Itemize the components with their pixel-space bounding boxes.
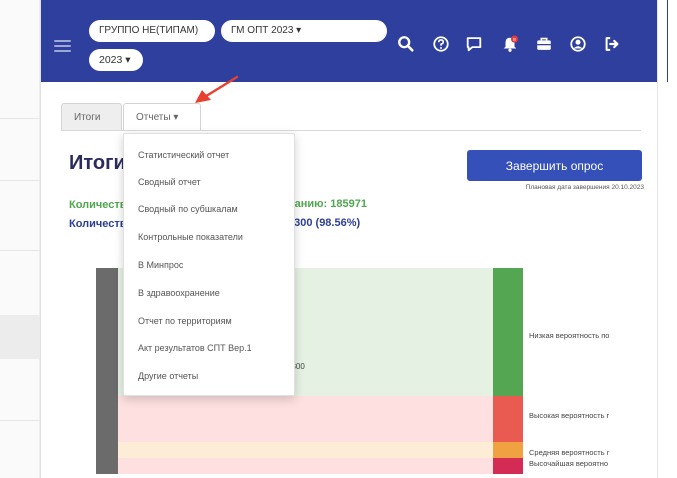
menu-item-summary-report[interactable]: Сводный отчет bbox=[138, 177, 201, 187]
reports-dropdown-menu: Статистический отчет Сводный отчет Сводн… bbox=[123, 133, 295, 396]
flow-medium-probability bbox=[118, 442, 493, 458]
category-label-high: Высокая вероятность г bbox=[529, 411, 610, 420]
node-low-probability bbox=[493, 268, 523, 396]
menu-item-statistical-report[interactable]: Статистический отчет bbox=[138, 150, 229, 160]
app-window: ГРУППО НЕ(ТИПАМ) ГМ ОПТ 2023 ▾ 2023 ▾ 8 … bbox=[40, 0, 668, 478]
category-label-medium: Средняя вероятность г bbox=[529, 448, 610, 457]
divider bbox=[0, 180, 40, 181]
tab-reports[interactable]: Отчеты ▾ bbox=[123, 103, 201, 130]
menu-item-control-indicators[interactable]: Контрольные показатели bbox=[138, 232, 243, 242]
background-window-strip bbox=[0, 0, 40, 478]
logout-icon[interactable] bbox=[602, 34, 622, 54]
menu-item-spt-results-act[interactable]: Акт результатов СПТ Вер.1 bbox=[138, 343, 252, 353]
chat-icon[interactable] bbox=[464, 34, 484, 54]
planned-end-date: Плановая дата завершения 20.10.2023 bbox=[525, 184, 644, 191]
node-medium-probability bbox=[493, 442, 523, 458]
year-filter-select[interactable]: 2023 ▾ bbox=[89, 49, 143, 71]
node-high-probability bbox=[493, 396, 523, 442]
node-highest-probability bbox=[493, 458, 523, 474]
menu-item-healthcare[interactable]: В здравоохранение bbox=[138, 288, 220, 298]
user-account-icon[interactable] bbox=[568, 34, 588, 54]
count-value-total: ванию: 185971 bbox=[288, 198, 367, 210]
finish-survey-button[interactable]: Завершить опрос bbox=[467, 150, 642, 181]
source-node bbox=[96, 268, 118, 474]
briefcase-icon[interactable] bbox=[534, 34, 554, 54]
tab-underline bbox=[61, 130, 641, 131]
group-filter-select[interactable]: ГРУППО НЕ(ТИПАМ) bbox=[89, 20, 215, 42]
menu-item-minpros[interactable]: В Минпрос bbox=[138, 260, 183, 270]
menu-icon[interactable] bbox=[54, 40, 71, 52]
category-label-low: Низкая вероятность по bbox=[529, 331, 610, 340]
category-label-highest: Высочайшая вероятно bbox=[529, 459, 609, 468]
notification-bell-icon[interactable]: 8 bbox=[500, 34, 520, 54]
menu-item-subscale-summary[interactable]: Сводный по субшкалам bbox=[138, 204, 238, 214]
top-navbar: ГРУППО НЕ(ТИПАМ) ГМ ОПТ 2023 ▾ 2023 ▾ 8 bbox=[41, 0, 668, 82]
search-icon[interactable] bbox=[396, 34, 416, 54]
divider bbox=[0, 250, 40, 251]
tab-results[interactable]: Итоги bbox=[61, 103, 122, 130]
count-value-completed: 3300 (98.56%) bbox=[288, 217, 361, 229]
survey-filter-select[interactable]: ГМ ОПТ 2023 ▾ bbox=[221, 20, 387, 42]
background-row bbox=[0, 315, 40, 359]
divider bbox=[0, 420, 40, 421]
page-title: Итоги bbox=[69, 152, 126, 174]
menu-item-other-reports[interactable]: Другие отчеты bbox=[138, 371, 198, 381]
flow-highest-probability bbox=[118, 458, 493, 474]
help-icon[interactable] bbox=[431, 34, 451, 54]
annotation-arrow-icon bbox=[195, 75, 239, 103]
divider bbox=[0, 118, 40, 119]
menu-item-territory-report[interactable]: Отчет по территориям bbox=[138, 316, 232, 326]
window-edge bbox=[657, 0, 667, 478]
notification-badge: 8 bbox=[513, 37, 516, 43]
flow-high-probability bbox=[118, 396, 493, 442]
